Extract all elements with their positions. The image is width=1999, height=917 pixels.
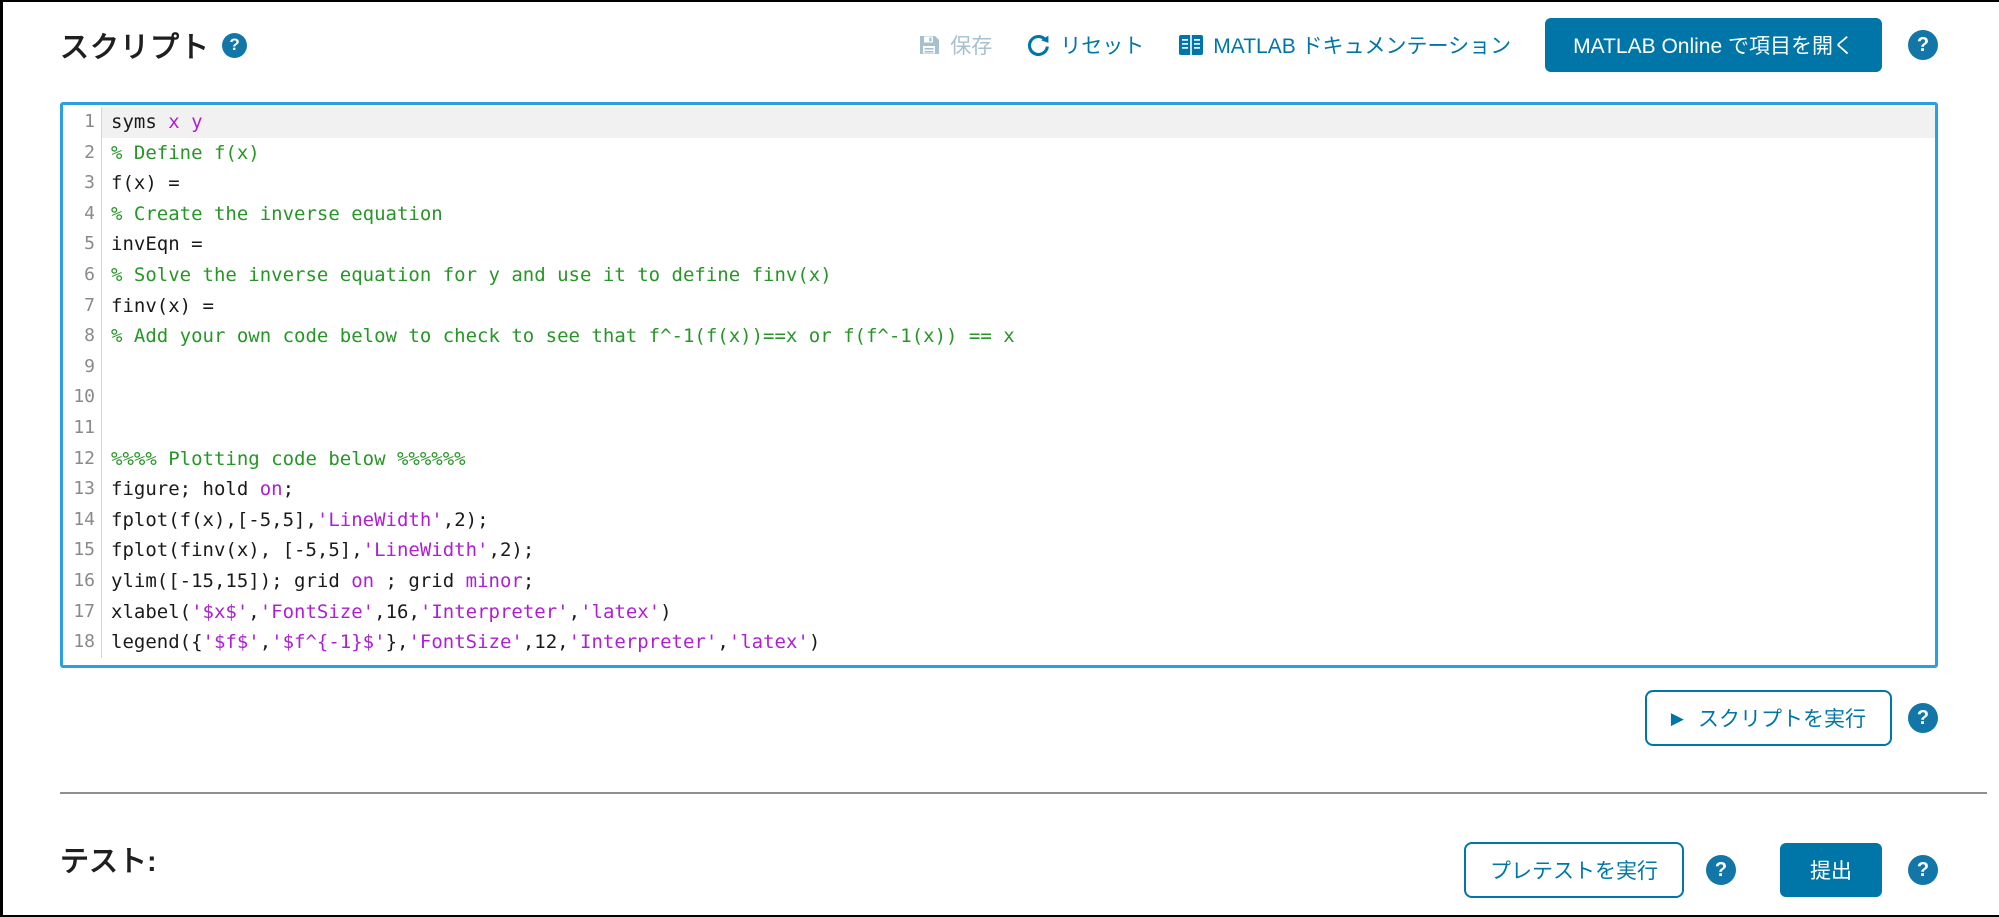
save-button[interactable]: 保存 xyxy=(917,30,992,60)
code-line-text: f(x) = xyxy=(102,168,1935,199)
code-line-text: syms x y xyxy=(102,107,1935,138)
code-line-text: ylim([-15,15]); grid on ; grid minor; xyxy=(102,566,1935,597)
code-line-text: invEqn = xyxy=(102,229,1935,260)
code-line-text: % Add your own code below to check to se… xyxy=(102,321,1935,352)
reset-button[interactable]: リセット xyxy=(1026,30,1144,60)
book-icon xyxy=(1178,33,1204,57)
code-line-text: % Define f(x) xyxy=(102,138,1935,169)
code-line[interactable]: 8% Add your own code below to check to s… xyxy=(63,321,1935,352)
submit-help-icon[interactable]: ? xyxy=(1908,855,1938,885)
code-line-text: %%%% Plotting code below %%%%%% xyxy=(102,444,1935,475)
code-editor-lines: 1syms x y2% Define f(x)3f(x) =4% Create … xyxy=(63,105,1935,658)
documentation-label: MATLAB ドキュメンテーション xyxy=(1213,30,1511,60)
line-number: 1 xyxy=(63,107,102,138)
line-number: 7 xyxy=(63,291,102,322)
line-number: 18 xyxy=(63,627,102,658)
test-actions-row: プレテストを実行 ? 提出 ? xyxy=(60,842,1938,898)
save-icon xyxy=(917,33,941,57)
code-line-text: % Solve the inverse equation for y and u… xyxy=(102,260,1935,291)
code-line[interactable]: 17xlabel('$x$','FontSize',16,'Interprete… xyxy=(63,597,1935,628)
code-line[interactable]: 11 xyxy=(63,413,1935,444)
page-title: スクリプト xyxy=(60,24,210,66)
run-pretest-button[interactable]: プレテストを実行 xyxy=(1464,842,1684,898)
run-script-button[interactable]: ▶ スクリプトを実行 xyxy=(1645,690,1892,746)
reset-icon xyxy=(1026,33,1051,58)
open-online-help-icon[interactable]: ? xyxy=(1908,30,1938,60)
code-line-text xyxy=(102,382,1935,413)
code-line-text xyxy=(102,413,1935,444)
line-number: 11 xyxy=(63,413,102,444)
code-line[interactable]: 4% Create the inverse equation xyxy=(63,199,1935,230)
code-line[interactable]: 5invEqn = xyxy=(63,229,1935,260)
code-line[interactable]: 10 xyxy=(63,382,1935,413)
line-number: 5 xyxy=(63,229,102,260)
line-number: 9 xyxy=(63,352,102,383)
code-line[interactable]: 3f(x) = xyxy=(63,168,1935,199)
reset-label: リセット xyxy=(1060,30,1144,60)
run-script-row: ▶ スクリプトを実行 ? xyxy=(60,690,1938,746)
line-number: 6 xyxy=(63,260,102,291)
run-script-label: スクリプトを実行 xyxy=(1698,703,1866,733)
code-line-text: xlabel('$x$','FontSize',16,'Interpreter'… xyxy=(102,597,1935,628)
section-divider xyxy=(60,792,1987,794)
line-number: 2 xyxy=(63,138,102,169)
save-label: 保存 xyxy=(950,30,992,60)
line-number: 8 xyxy=(63,321,102,352)
line-number: 14 xyxy=(63,505,102,536)
code-line[interactable]: 14fplot(f(x),[-5,5],'LineWidth',2); xyxy=(63,505,1935,536)
code-line[interactable]: 13figure; hold on; xyxy=(63,474,1935,505)
pretest-help-icon[interactable]: ? xyxy=(1706,855,1736,885)
code-line-text: fplot(finv(x), [-5,5],'LineWidth',2); xyxy=(102,535,1935,566)
line-number: 12 xyxy=(63,444,102,475)
toolbar: 保存 リセット xyxy=(917,18,1938,72)
line-number: 10 xyxy=(63,382,102,413)
code-line[interactable]: 16ylim([-15,15]); grid on ; grid minor; xyxy=(63,566,1935,597)
code-line[interactable]: 6% Solve the inverse equation for y and … xyxy=(63,260,1935,291)
grader-page: スクリプト ? 保存 xyxy=(0,0,1999,917)
code-line[interactable]: 15fplot(finv(x), [-5,5],'LineWidth',2); xyxy=(63,535,1935,566)
code-line[interactable]: 18legend({'$f$','$f^{-1}$'},'FontSize',1… xyxy=(63,627,1935,658)
play-icon: ▶ xyxy=(1671,710,1684,727)
line-number: 4 xyxy=(63,199,102,230)
submit-button[interactable]: 提出 xyxy=(1780,843,1882,897)
line-number: 3 xyxy=(63,168,102,199)
code-line-text: figure; hold on; xyxy=(102,474,1935,505)
code-line[interactable]: 2% Define f(x) xyxy=(63,138,1935,169)
code-line-text xyxy=(102,352,1935,383)
open-matlab-online-button[interactable]: MATLAB Online で項目を開く xyxy=(1545,18,1882,72)
header: スクリプト ? 保存 xyxy=(60,18,1938,72)
line-number: 15 xyxy=(63,535,102,566)
run-pretest-label: プレテストを実行 xyxy=(1490,855,1658,885)
script-help-icon[interactable]: ? xyxy=(222,33,247,58)
matlab-documentation-link[interactable]: MATLAB ドキュメンテーション xyxy=(1178,30,1511,60)
run-script-help-icon[interactable]: ? xyxy=(1908,703,1938,733)
code-line-text: finv(x) = xyxy=(102,291,1935,322)
line-number: 13 xyxy=(63,474,102,505)
code-line-text: legend({'$f$','$f^{-1}$'},'FontSize',12,… xyxy=(102,627,1935,658)
code-line[interactable]: 9 xyxy=(63,352,1935,383)
code-line[interactable]: 12%%%% Plotting code below %%%%%% xyxy=(63,444,1935,475)
line-number: 17 xyxy=(63,597,102,628)
code-line-text: fplot(f(x),[-5,5],'LineWidth',2); xyxy=(102,505,1935,536)
code-line-text: % Create the inverse equation xyxy=(102,199,1935,230)
code-line[interactable]: 7finv(x) = xyxy=(63,291,1935,322)
line-number: 16 xyxy=(63,566,102,597)
code-editor[interactable]: 1syms x y2% Define f(x)3f(x) =4% Create … xyxy=(60,102,1938,668)
code-line[interactable]: 1syms x y xyxy=(63,107,1935,138)
